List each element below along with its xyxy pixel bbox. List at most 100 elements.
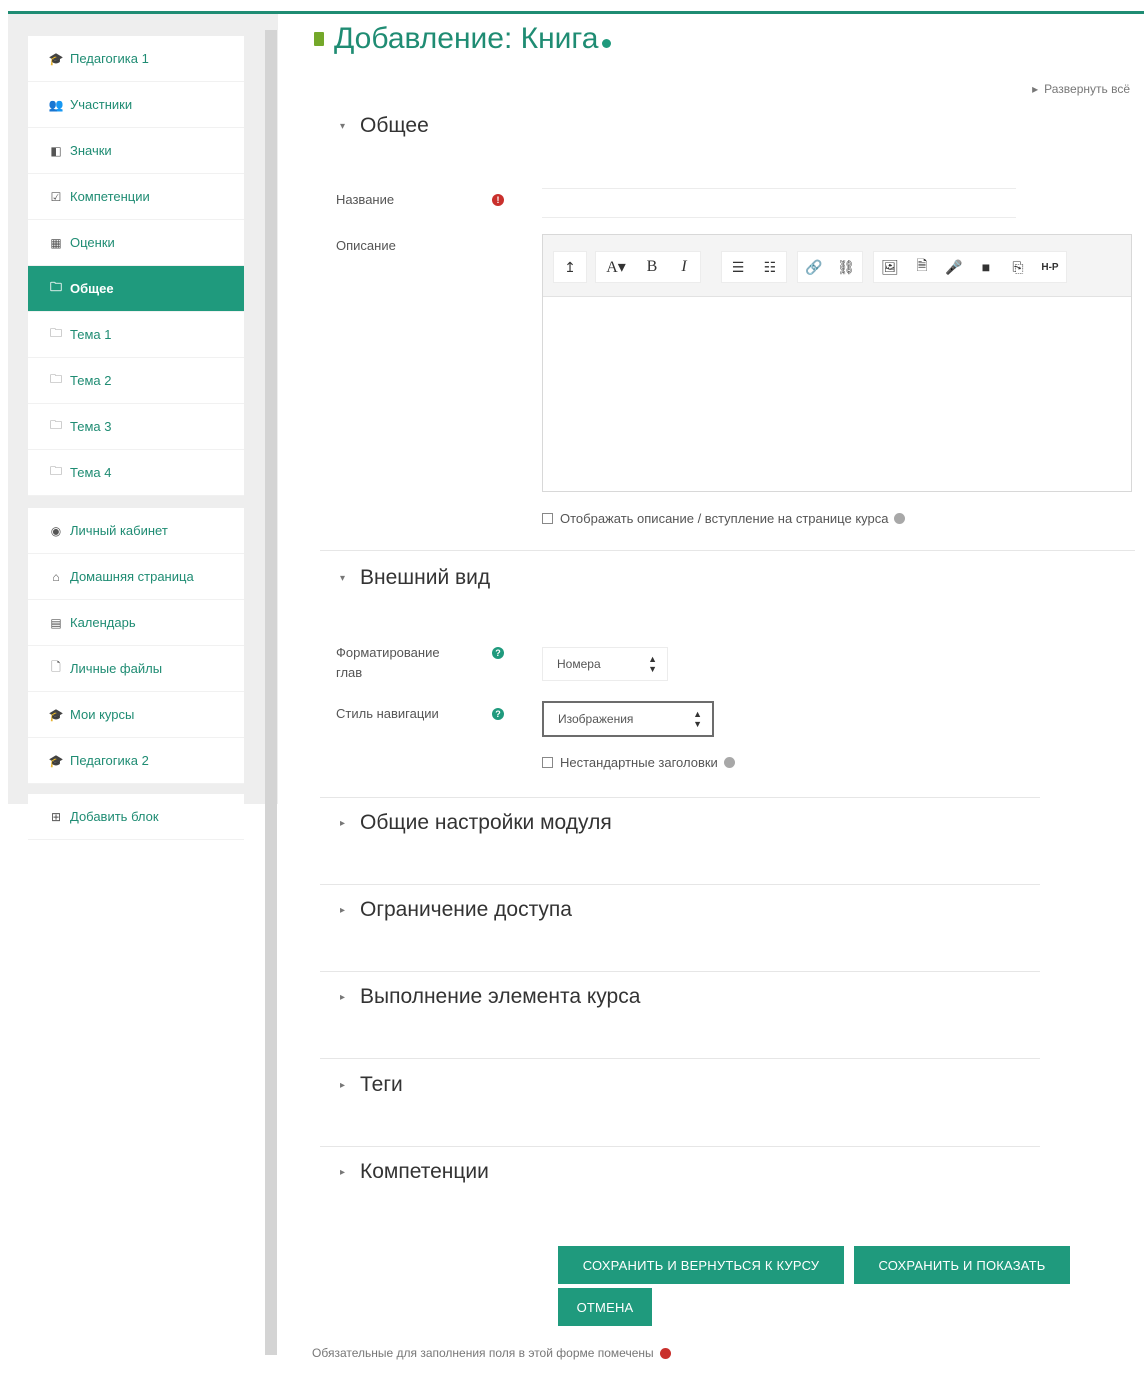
section-tags[interactable]: ▸ Теги <box>340 1073 403 1097</box>
section-access-restriction[interactable]: ▸ Ограничение доступа <box>340 898 572 922</box>
checkbox-box[interactable] <box>542 757 553 768</box>
home-icon: ⌂ <box>52 569 60 584</box>
sidebar-item[interactable]: ⊞ Добавить блок <box>28 794 244 840</box>
required-icon: ! <box>492 194 504 206</box>
toolbar-unordered-list-button[interactable]: ☰ <box>722 252 754 282</box>
sidebar-item-label: Участники <box>70 97 133 112</box>
sidebar-item[interactable]: 👥 Участники <box>28 82 244 128</box>
sidebar-item[interactable]: ◧ Значки <box>28 128 244 174</box>
select-arrow-icon: ▲ ▼ <box>648 654 657 674</box>
cancel-button[interactable]: ОТМЕНА <box>558 1288 652 1326</box>
sidebar-item-label: Тема 4 <box>70 465 112 480</box>
help-icon[interactable] <box>894 513 906 524</box>
folder-icon: 🗀 <box>49 464 62 478</box>
custom-titles-checkbox[interactable]: Нестандартные заголовки <box>542 755 735 770</box>
toolbar-manage-files-button[interactable]: ⎘ <box>1002 252 1034 282</box>
name-input[interactable] <box>542 188 1016 218</box>
show-description-checkbox[interactable]: Отображать описание / вступление на стра… <box>542 511 906 526</box>
toolbar-bold-button[interactable]: B <box>636 252 668 282</box>
section-title: Выполнение элемента курса <box>360 985 641 1008</box>
sidebar-item-label: Домашняя страница <box>70 569 194 584</box>
calendar-icon: ▤ <box>50 615 62 630</box>
shield-icon: ◧ <box>50 143 62 158</box>
expand-all-link[interactable]: Развернуть всё <box>1032 82 1130 96</box>
section-divider <box>320 550 1135 551</box>
section-general[interactable]: ▾ Общее <box>340 114 429 138</box>
toolbar-image-button[interactable]: 🖼 <box>874 252 906 282</box>
toolbar-group-1: ↥ <box>553 251 587 283</box>
chapter-format-select[interactable]: Номера ▲ ▼ <box>542 647 668 681</box>
sidebar-item[interactable]: 🗀 Тема 1 <box>28 312 244 358</box>
toolbar-h5p-button[interactable]: H-P <box>1034 252 1066 282</box>
section-divider <box>320 1146 1040 1147</box>
sidebar-item-label: Мои курсы <box>70 707 135 722</box>
sidebar-item-label: Педагогика 2 <box>70 753 149 768</box>
sidebar-item[interactable]: 🗀 Общее <box>28 266 244 312</box>
toolbar-expand-button[interactable]: ↥ <box>554 252 586 282</box>
sidebar-item-label: Личные файлы <box>70 661 163 676</box>
graduation-cap-icon: 🎓 <box>48 753 64 768</box>
expand-icon: ▸ <box>340 904 346 916</box>
save-and-return-button[interactable]: СОХРАНИТЬ И ВЕРНУТЬСЯ К КУРСУ <box>558 1246 844 1284</box>
editor-toolbar: ↥ A▾ B I ☰ ☷ 🔗 ⛓ 🖼 🗎 🎤 ■ ⎘ H-P <box>543 235 1131 297</box>
sidebar-scrollbar[interactable] <box>265 30 277 1355</box>
sidebar-item[interactable]: ▤ Календарь <box>28 600 244 646</box>
sidebar-item[interactable]: 🎓 Педагогика 1 <box>28 36 244 82</box>
folder-icon: 🗀 <box>49 326 62 340</box>
help-icon[interactable]: ? <box>492 647 504 659</box>
section-module-settings[interactable]: ▸ Общие настройки модуля <box>340 811 612 835</box>
table-icon: ▦ <box>50 235 62 250</box>
section-title: Общие настройки модуля <box>360 811 612 834</box>
help-icon[interactable] <box>723 757 735 768</box>
name-label: Название <box>336 192 395 207</box>
sidebar-item[interactable]: 🗋 Личные файлы <box>28 646 244 692</box>
save-and-display-button[interactable]: СОХРАНИТЬ И ПОКАЗАТЬ <box>854 1246 1070 1284</box>
section-competencies[interactable]: ▸ Компетенции <box>340 1160 489 1184</box>
description-editor[interactable]: ↥ A▾ B I ☰ ☷ 🔗 ⛓ 🖼 🗎 🎤 ■ ⎘ H-P <box>542 234 1132 492</box>
nav-style-select[interactable]: Изображения ▲ ▼ <box>542 701 714 737</box>
sidebar-item[interactable]: 🗀 Тема 2 <box>28 358 244 404</box>
sidebar-item[interactable]: 🗀 Тема 3 <box>28 404 244 450</box>
toolbar-style-button[interactable]: A▾ <box>596 252 636 282</box>
section-completion[interactable]: ▸ Выполнение элемента курса <box>340 985 640 1009</box>
toolbar-video-button[interactable]: ■ <box>970 252 1002 282</box>
page-title-text: Добавление: Книга <box>334 22 599 55</box>
sidebar-item-label: Календарь <box>70 615 136 630</box>
toolbar-link-button[interactable]: 🔗 <box>798 252 830 282</box>
help-icon[interactable]: ? <box>492 708 504 720</box>
graduation-cap-icon: 🎓 <box>48 707 64 722</box>
toolbar-media-button[interactable]: 🗎 <box>906 252 938 282</box>
toolbar-italic-button[interactable]: I <box>668 252 700 282</box>
sidebar-item-label: Тема 3 <box>70 419 112 434</box>
sidebar-item[interactable]: ▦ Оценки <box>28 220 244 266</box>
checkbox-box[interactable] <box>542 513 553 524</box>
sidebar-item-label: Тема 2 <box>70 373 112 388</box>
toolbar-ordered-list-button[interactable]: ☷ <box>754 252 786 282</box>
page-title: Добавление: Книга <box>314 22 612 56</box>
toolbar-group-2: A▾ B I <box>595 251 701 283</box>
section-divider <box>320 884 1040 885</box>
checkbox-label: Нестандартные заголовки <box>560 755 718 770</box>
sidebar-item-label: Общее <box>70 281 114 296</box>
section-divider <box>320 1058 1040 1059</box>
required-icon <box>659 1347 671 1359</box>
select-value: Изображения <box>558 712 634 726</box>
sidebar-item[interactable]: 🎓 Мои курсы <box>28 692 244 738</box>
expand-icon: ▸ <box>340 1166 346 1178</box>
toolbar-group-5: 🖼 🗎 🎤 ■ ⎘ H-P <box>873 251 1067 283</box>
toolbar-audio-button[interactable]: 🎤 <box>938 252 970 282</box>
toolbar-unlink-button[interactable]: ⛓ <box>830 252 862 282</box>
sidebar-item[interactable]: 🗀 Тема 4 <box>28 450 244 496</box>
sidebar-item[interactable]: ⌂ Домашняя страница <box>28 554 244 600</box>
sidebar-item-label: Добавить блок <box>70 809 159 824</box>
required-fields-note: Обязательные для заполнения поля в этой … <box>312 1346 671 1360</box>
help-icon[interactable] <box>602 38 612 48</box>
sidebar-item[interactable]: 🎓 Педагогика 2 <box>28 738 244 784</box>
sidebar-item[interactable]: ☑ Компетенции <box>28 174 244 220</box>
section-title: Ограничение доступа <box>360 898 572 921</box>
graduation-cap-icon: 🎓 <box>48 51 64 66</box>
file-icon: 🗋 <box>51 660 61 674</box>
section-appearance[interactable]: ▾ Внешний вид <box>340 566 490 590</box>
sidebar-item-label: Оценки <box>70 235 115 250</box>
sidebar-item[interactable]: ◉ Личный кабинет <box>28 508 244 554</box>
